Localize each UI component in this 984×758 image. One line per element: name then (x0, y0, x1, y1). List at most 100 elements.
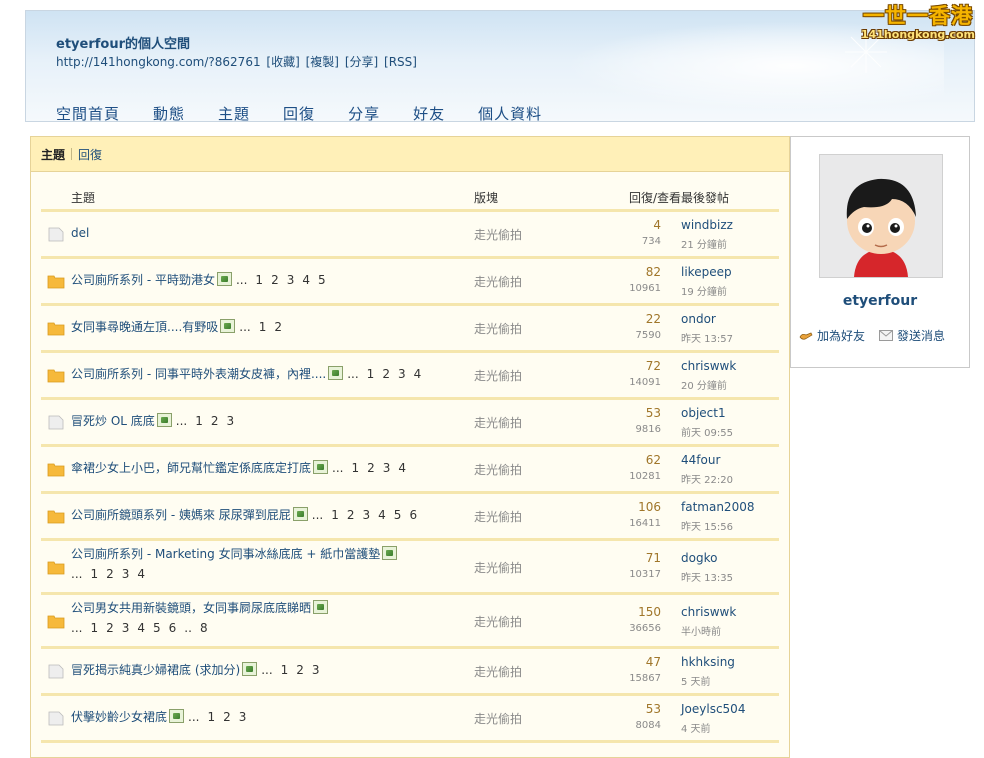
page-link[interactable]: 4 (378, 508, 386, 522)
avatar[interactable] (819, 154, 943, 278)
last-poster-link[interactable]: hkhksing (681, 655, 735, 669)
nav-home[interactable]: 空間首頁 (56, 103, 120, 121)
last-poster-link[interactable]: chriswwk (681, 359, 736, 373)
board-name[interactable]: 走光偷拍 (474, 663, 522, 680)
page-link[interactable]: 2 (106, 621, 114, 635)
tab-topics[interactable]: 主題 (41, 146, 65, 163)
topic-link[interactable]: 傘裙少女上小巴，師兄幫忙鑑定係底底定打底 (71, 461, 311, 475)
board-name[interactable]: 走光偷拍 (474, 613, 522, 630)
page-link[interactable]: 1 (90, 567, 98, 581)
page-link[interactable]: 1 (331, 508, 339, 522)
topic-link[interactable]: del (71, 226, 89, 240)
nav-profile[interactable]: 個人資料 (478, 103, 542, 121)
page-link[interactable]: 1 (90, 621, 98, 635)
page-link[interactable]: 3 (287, 273, 295, 287)
last-poster-link[interactable]: Joeylsc504 (681, 702, 745, 716)
page-link[interactable]: 1 (259, 320, 267, 334)
last-poster-link[interactable]: fatman2008 (681, 500, 754, 514)
topic-link[interactable]: 冒死炒 OL 底底 (71, 414, 155, 428)
site-url[interactable]: http://141hongkong.com/?862761 (56, 55, 261, 69)
page-link[interactable]: 4 (137, 567, 145, 581)
page-link[interactable]: 2 (106, 567, 114, 581)
page-link[interactable]: 4 (137, 621, 145, 635)
topic-link[interactable]: 公司廁所系列 - Marketing 女同事冰絲底底 + 紙巾當護墊 (71, 547, 380, 561)
page-link[interactable]: 3 (122, 621, 130, 635)
page-link[interactable]: 1 (255, 273, 263, 287)
page-link[interactable]: 8 (200, 621, 208, 635)
page-link[interactable]: 6 (409, 508, 417, 522)
nav-topics[interactable]: 主題 (218, 103, 250, 121)
page-link[interactable]: 4 (302, 273, 310, 287)
board-name[interactable]: 走光偷拍 (474, 414, 522, 431)
page-link[interactable]: 3 (239, 710, 247, 724)
page-link[interactable]: 2 (347, 508, 355, 522)
nav-friends[interactable]: 好友 (413, 103, 445, 121)
nav-activity[interactable]: 動態 (153, 103, 185, 121)
topic-link[interactable]: 女同事尋晚通左頂....有野吸 (71, 320, 218, 334)
table-row: 公司廁所系列 - 平時勁港女... 1 2 3 4 5 走光偷拍 82 10961 likepee… (41, 259, 779, 306)
topic-link[interactable]: 公司男女共用新裝鏡頭，女同事屙尿底底睇晒 (71, 601, 311, 615)
site-logo[interactable]: 一世一香港 141hongkong.com (858, 4, 978, 46)
page-link[interactable]: 3 (383, 461, 391, 475)
topic-title-cell: 公司廁所鏡頭系列 - 姨媽來 尿尿彈到屁屁... 1 2 3 4 5 6 (71, 505, 417, 525)
image-attachment-icon (313, 600, 329, 614)
page-link[interactable]: 3 (398, 367, 406, 381)
page-link[interactable]: 3 (312, 663, 320, 677)
page-link[interactable]: 4 (398, 461, 406, 475)
board-name[interactable]: 走光偷拍 (474, 320, 522, 337)
last-poster-link[interactable]: chriswwk (681, 605, 736, 619)
page-link[interactable]: 3 (122, 567, 130, 581)
add-friend-button[interactable]: 加為好友 (799, 327, 865, 344)
topic-link[interactable]: 公司廁所系列 - 平時勁港女 (71, 273, 215, 287)
page-link[interactable]: 2 (367, 461, 375, 475)
page-link[interactable]: 4 (414, 367, 422, 381)
last-poster-link[interactable]: 44four (681, 453, 720, 467)
rss-link[interactable]: [RSS] (384, 55, 417, 69)
page-link[interactable]: 1 (195, 414, 203, 428)
nav-share[interactable]: 分享 (348, 103, 380, 121)
nav-replies[interactable]: 回復 (283, 103, 315, 121)
page-link[interactable]: 5 (318, 273, 326, 287)
page-link[interactable]: 2 (223, 710, 231, 724)
page-link[interactable]: 1 (367, 367, 375, 381)
profile-username[interactable]: etyerfour (791, 293, 969, 309)
board-name[interactable]: 走光偷拍 (474, 710, 522, 727)
page-link[interactable]: 2 (274, 320, 282, 334)
copy-link[interactable]: [複製] (306, 55, 339, 69)
page-link[interactable]: 2 (271, 273, 279, 287)
page-link[interactable]: 5 (394, 508, 402, 522)
board-name[interactable]: 走光偷拍 (474, 367, 522, 384)
page-title[interactable]: etyerfour的個人空間 (56, 33, 190, 52)
last-poster-link[interactable]: likepeep (681, 265, 732, 279)
page-link[interactable]: 2 (211, 414, 219, 428)
page-link[interactable]: 6 (169, 621, 177, 635)
share-link[interactable]: [分享] (345, 55, 378, 69)
page-ellipsis: ... (71, 567, 83, 581)
page-link[interactable]: 2 (296, 663, 304, 677)
board-name[interactable]: 走光偷拍 (474, 461, 522, 478)
last-poster-link[interactable]: windbizz (681, 218, 733, 232)
topic-link[interactable]: 公司廁所系列 - 同事平時外表潮女皮褲，內裡.... (71, 367, 326, 381)
board-name[interactable]: 走光偷拍 (474, 508, 522, 525)
board-name[interactable]: 走光偷拍 (474, 273, 522, 290)
page-link[interactable]: 1 (281, 663, 289, 677)
page-link[interactable]: 1 (207, 710, 215, 724)
board-name[interactable]: 走光偷拍 (474, 226, 522, 243)
topic-link[interactable]: 伏擊妙齡少女裙底 (71, 710, 167, 724)
board-name[interactable]: 走光偷拍 (474, 559, 522, 576)
reply-count: 106 (638, 500, 661, 514)
topic-link[interactable]: 公司廁所鏡頭系列 - 姨媽來 尿尿彈到屁屁 (71, 508, 291, 522)
last-poster-link[interactable]: ondor (681, 312, 716, 326)
page-link[interactable]: 2 (382, 367, 390, 381)
last-poster-link[interactable]: dogko (681, 551, 717, 565)
favorite-link[interactable]: [收藏] (266, 55, 299, 69)
send-message-button[interactable]: 發送消息 (879, 327, 945, 344)
page-link[interactable]: 3 (227, 414, 235, 428)
page-link[interactable]: 1 (351, 461, 359, 475)
last-poster-link[interactable]: object1 (681, 406, 726, 420)
image-attachment-icon (328, 366, 344, 380)
page-link[interactable]: 5 (153, 621, 161, 635)
topic-link[interactable]: 冒死揭示純真少婦裙底 (求加分) (71, 663, 240, 677)
page-link[interactable]: 3 (363, 508, 371, 522)
tab-replies[interactable]: 回復 (78, 146, 102, 163)
